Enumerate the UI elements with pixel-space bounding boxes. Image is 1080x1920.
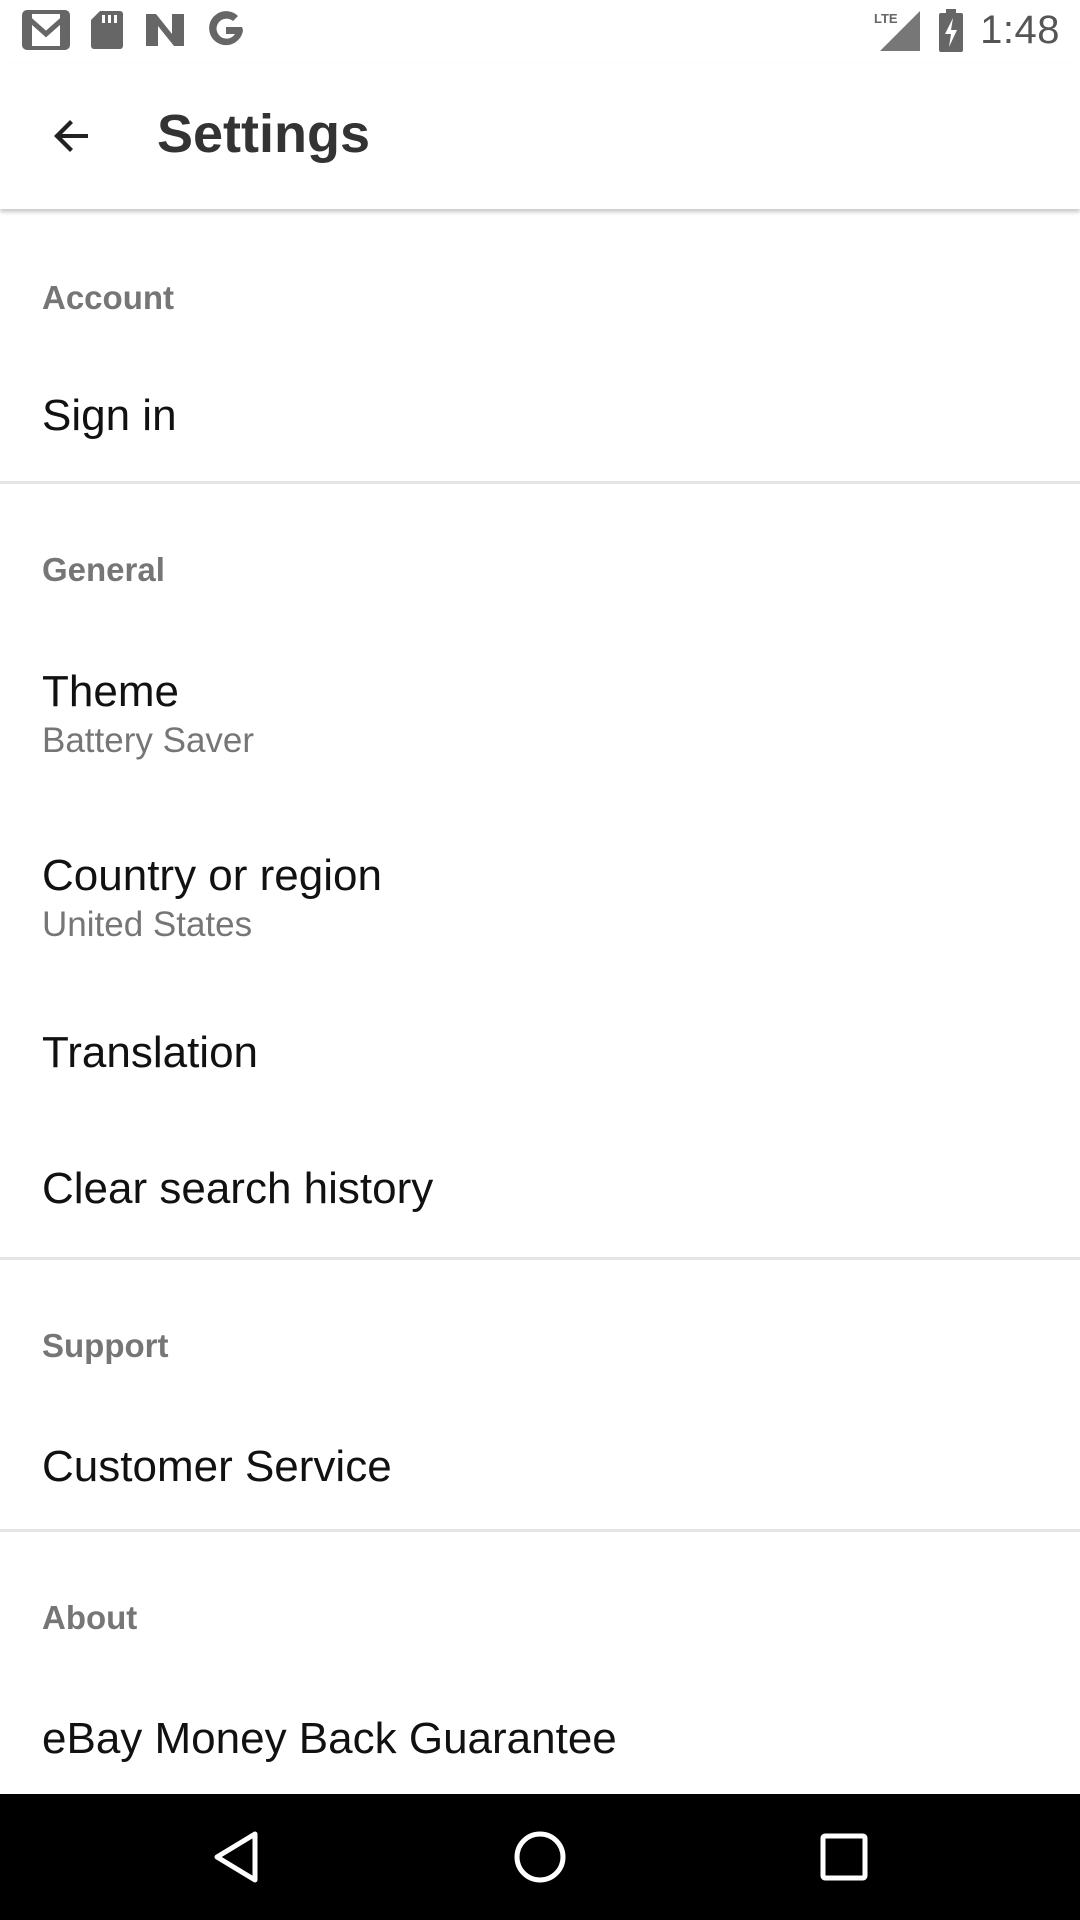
nav-home-button[interactable] bbox=[505, 1822, 575, 1892]
list-item-translation[interactable]: Translation bbox=[0, 985, 1080, 1115]
list-item-clear-search-history[interactable]: Clear search history bbox=[0, 1115, 1080, 1251]
list-item-title: Customer Service bbox=[42, 1442, 392, 1491]
recents-square-icon bbox=[820, 1833, 868, 1881]
arrow-back-icon bbox=[54, 120, 88, 152]
section-header-account: Account bbox=[42, 279, 174, 316]
system-status-icons: LTE 1:48 bbox=[874, 8, 1060, 53]
page-title: Settings bbox=[157, 104, 371, 164]
list-item-ebay-money-back-guarantee[interactable]: eBay Money Back Guarantee bbox=[0, 1667, 1080, 1793]
sd-card-icon bbox=[91, 11, 123, 49]
section-divider bbox=[0, 1529, 1080, 1532]
svg-text:LTE: LTE bbox=[874, 11, 898, 26]
section-divider bbox=[0, 481, 1080, 484]
back-button[interactable] bbox=[36, 100, 108, 172]
section-header-general: General bbox=[42, 551, 165, 588]
lte-signal-icon: LTE bbox=[874, 10, 921, 51]
list-item-subtitle: United States bbox=[42, 905, 253, 944]
app-bar: Settings bbox=[0, 63, 1080, 209]
n-app-icon bbox=[146, 14, 184, 46]
gmail-icon bbox=[22, 10, 70, 50]
back-triangle-icon bbox=[214, 1831, 258, 1883]
list-item-sign-in[interactable]: Sign in bbox=[0, 349, 1080, 475]
list-item-subtitle: Battery Saver bbox=[42, 721, 255, 760]
home-circle-icon bbox=[514, 1831, 566, 1883]
status-bar: LTE 1:48 bbox=[0, 0, 1080, 63]
section-header-about: About bbox=[42, 1599, 138, 1636]
section-divider bbox=[0, 1257, 1080, 1260]
list-item-title: Sign in bbox=[42, 391, 177, 440]
list-item-title: Country or region bbox=[42, 851, 382, 900]
google-icon bbox=[209, 11, 243, 46]
list-item-title: Translation bbox=[42, 1028, 259, 1077]
list-item-title: Theme bbox=[42, 667, 179, 716]
list-item-customer-service[interactable]: Customer Service bbox=[0, 1395, 1080, 1525]
battery-charging-icon bbox=[939, 8, 964, 52]
notification-icons bbox=[22, 10, 246, 50]
list-item-title: Clear search history bbox=[42, 1164, 434, 1213]
list-item-country-or-region[interactable]: Country or region United States bbox=[0, 799, 1080, 985]
list-item-theme[interactable]: Theme Battery Saver bbox=[0, 619, 1080, 799]
system-navigation-bar bbox=[0, 1794, 1080, 1920]
nav-recents-button[interactable] bbox=[809, 1822, 879, 1892]
clock-time: 1:48 bbox=[980, 8, 1060, 52]
settings-screen: LTE 1:48 Settings Account Sign in Genera… bbox=[0, 0, 1080, 1920]
section-header-support: Support bbox=[42, 1327, 169, 1364]
nav-back-button[interactable] bbox=[201, 1822, 271, 1892]
list-item-title: eBay Money Back Guarantee bbox=[42, 1714, 617, 1763]
